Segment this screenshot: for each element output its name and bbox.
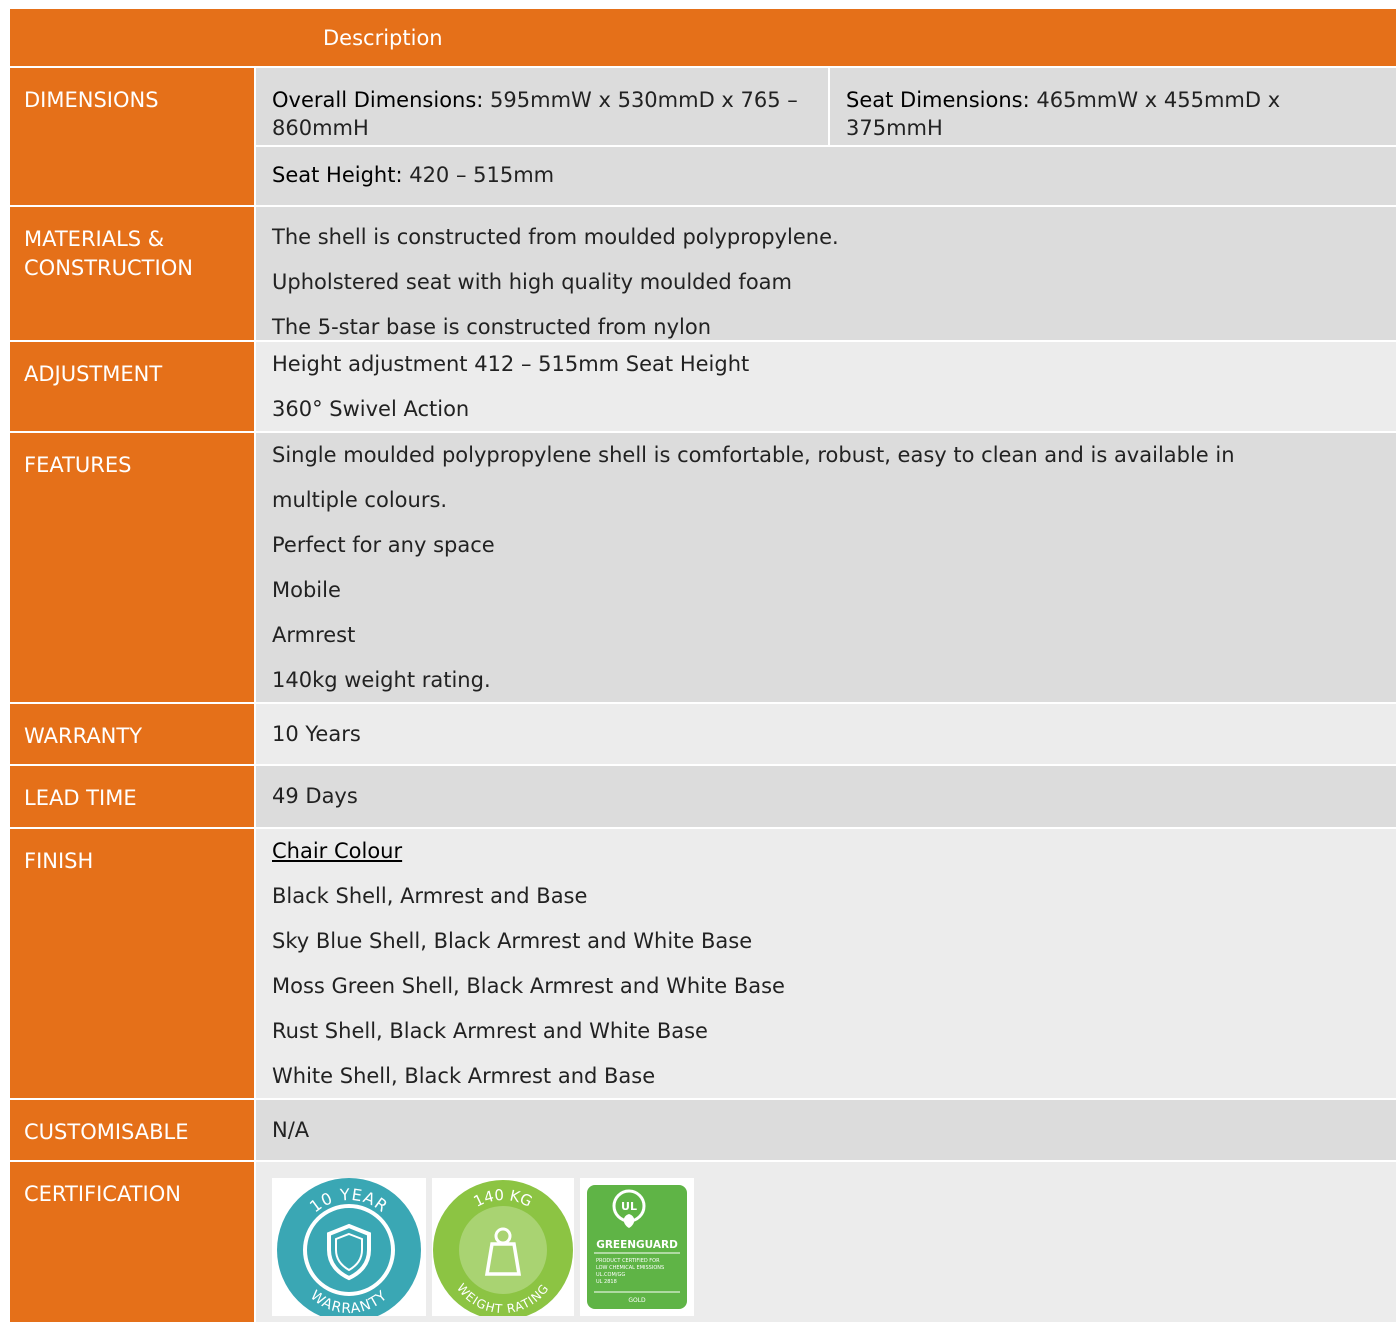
label-features: FEATURES bbox=[10, 433, 256, 702]
seat-dimensions-label: Seat Dimensions: bbox=[846, 88, 1030, 112]
label-customisable: CUSTOMISABLE bbox=[10, 1100, 256, 1160]
list-item: Moss Green Shell, Black Armrest and Whit… bbox=[272, 974, 785, 998]
row-dimensions: DIMENSIONS Overall Dimensions: 595mmW x … bbox=[10, 68, 1396, 207]
list-item: Single moulded polypropylene shell is co… bbox=[272, 443, 1235, 467]
weight-rating-badge: 140 KG WEIGHT RATING bbox=[432, 1178, 574, 1316]
dimensions-top: Overall Dimensions: 595mmW x 530mmD x 76… bbox=[256, 68, 1396, 147]
warranty-badge: 10 YEAR WARRANTY bbox=[272, 1178, 426, 1316]
label-certification: CERTIFICATION bbox=[10, 1162, 256, 1322]
spec-table: Description DIMENSIONS Overall Dimension… bbox=[10, 9, 1396, 1322]
seat-height-label: Seat Height: bbox=[272, 163, 403, 187]
list-item: 140kg weight rating. bbox=[272, 668, 491, 692]
ul-logo-text: UL bbox=[621, 1200, 637, 1213]
list-item: Mobile bbox=[272, 578, 341, 602]
value-finish: Chair Colour Black Shell, Armrest and Ba… bbox=[256, 829, 1396, 1098]
list-item: White Shell, Black Armrest and Base bbox=[272, 1064, 656, 1088]
greenguard-line-3: UL.COM/GG bbox=[596, 1272, 625, 1278]
row-customisable: CUSTOMISABLE N/A bbox=[10, 1100, 1396, 1162]
greenguard-line-2: LOW CHEMICAL EMISSIONS bbox=[596, 1265, 664, 1271]
label-finish: FINISH bbox=[10, 829, 256, 1098]
value-warranty: 10 Years bbox=[256, 704, 1396, 764]
row-features: FEATURES Single moulded polypropylene sh… bbox=[10, 433, 1396, 704]
table-header: Description bbox=[10, 9, 1396, 68]
list-item: 360° Swivel Action bbox=[272, 397, 470, 421]
value-certification: 10 YEAR WARRANTY 140 KG WEIGHT RATING UL… bbox=[256, 1162, 1396, 1322]
certification-badges: 10 YEAR WARRANTY 140 KG WEIGHT RATING UL… bbox=[256, 1162, 1396, 1316]
list-item: Perfect for any space bbox=[272, 533, 495, 557]
badge-inner bbox=[459, 1206, 547, 1294]
overall-dimensions: Overall Dimensions: 595mmW x 530mmD x 76… bbox=[256, 68, 830, 145]
row-lead-time: LEAD TIME 49 Days bbox=[10, 766, 1396, 829]
finish-heading: Chair Colour bbox=[256, 829, 1396, 874]
greenguard-title: GREENGUARD bbox=[596, 1239, 678, 1251]
overall-dimensions-label: Overall Dimensions: bbox=[272, 88, 484, 112]
row-warranty: WARRANTY 10 Years bbox=[10, 704, 1396, 766]
value-lead-time: 49 Days bbox=[256, 766, 1396, 827]
list-item: Armrest bbox=[272, 623, 356, 647]
warranty-value: 10 Years bbox=[272, 722, 361, 746]
label-dimensions: DIMENSIONS bbox=[10, 68, 256, 205]
label-lead-time: LEAD TIME bbox=[10, 766, 256, 827]
list-item: multiple colours. bbox=[272, 488, 448, 512]
list-item: Sky Blue Shell, Black Armrest and White … bbox=[272, 929, 753, 953]
label-adjustment: ADJUSTMENT bbox=[10, 342, 256, 431]
list-item: The shell is constructed from moulded po… bbox=[272, 225, 839, 249]
header-title: Description bbox=[323, 25, 443, 50]
lead-time-value: 49 Days bbox=[272, 784, 358, 808]
value-materials: The shell is constructed from moulded po… bbox=[256, 207, 1396, 340]
seat-height: Seat Height: 420 – 515mm bbox=[256, 147, 1396, 203]
greenguard-line-4: UL 2818 bbox=[596, 1279, 617, 1285]
seat-dimensions: Seat Dimensions: 465mmW x 455mmD x 375mm… bbox=[830, 68, 1396, 145]
list-item: Black Shell, Armrest and Base bbox=[272, 884, 588, 908]
label-materials: MATERIALS & CONSTRUCTION bbox=[10, 207, 256, 340]
list-item: Upholstered seat with high quality mould… bbox=[272, 270, 792, 294]
value-adjustment: Height adjustment 412 – 515mm Seat Heigh… bbox=[256, 342, 1396, 431]
row-adjustment: ADJUSTMENT Height adjustment 412 – 515mm… bbox=[10, 342, 1396, 433]
greenguard-line-1: PRODUCT CERTIFIED FOR bbox=[596, 1258, 660, 1264]
row-finish: FINISH Chair Colour Black Shell, Armrest… bbox=[10, 829, 1396, 1100]
greenguard-badge: UL GREENGUARD PRODUCT CERTIFIED FOR LOW … bbox=[580, 1178, 694, 1316]
list-item: Height adjustment 412 – 515mm Seat Heigh… bbox=[272, 352, 750, 376]
chair-colour-heading: Chair Colour bbox=[272, 839, 403, 863]
row-certification: CERTIFICATION 10 YEAR WARRANTY 140 KG WE… bbox=[10, 1162, 1396, 1322]
label-warranty: WARRANTY bbox=[10, 704, 256, 764]
value-dimensions: Overall Dimensions: 595mmW x 530mmD x 76… bbox=[256, 68, 1396, 205]
value-features: Single moulded polypropylene shell is co… bbox=[256, 433, 1396, 702]
seat-height-value: 420 – 515mm bbox=[402, 163, 555, 187]
value-customisable: N/A bbox=[256, 1100, 1396, 1160]
greenguard-grade: GOLD bbox=[628, 1297, 646, 1304]
list-item: Rust Shell, Black Armrest and White Base bbox=[272, 1019, 708, 1043]
customisable-value: N/A bbox=[272, 1118, 310, 1142]
row-materials: MATERIALS & CONSTRUCTION The shell is co… bbox=[10, 207, 1396, 342]
